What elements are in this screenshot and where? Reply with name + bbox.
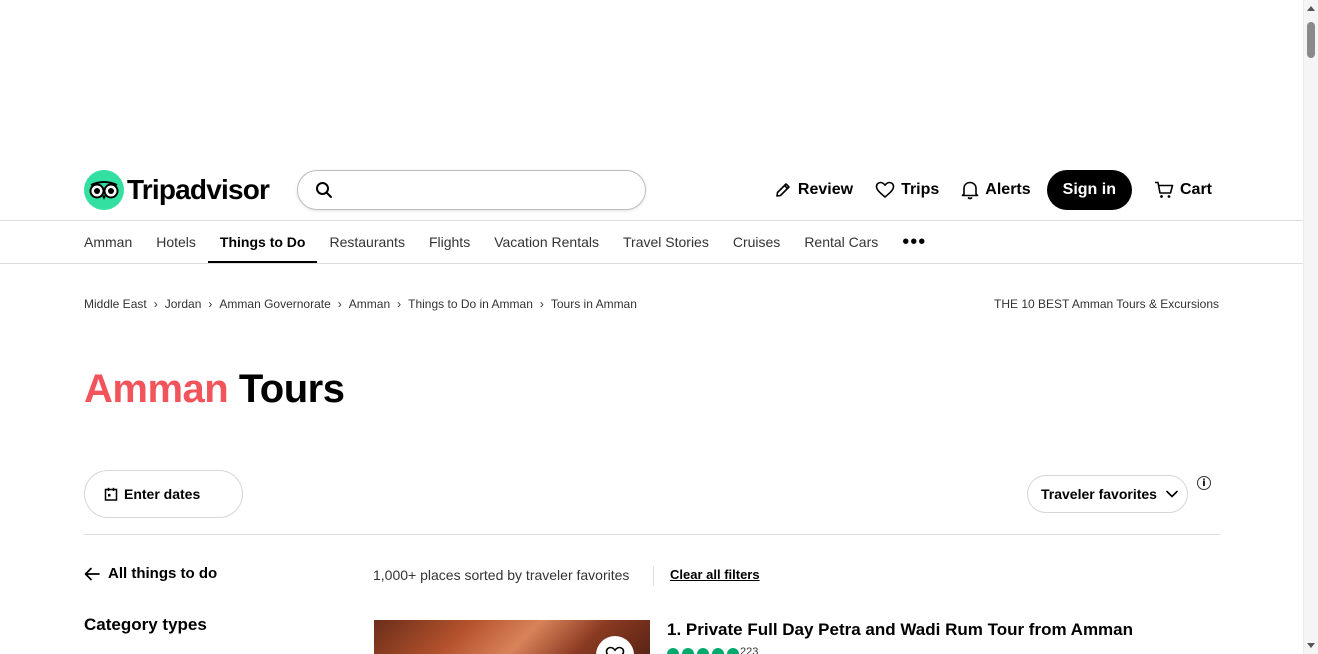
cart-icon (1154, 181, 1174, 198)
enter-dates-label: Enter dates (124, 486, 201, 502)
search-input[interactable] (343, 181, 645, 199)
alerts-label: Alerts (985, 181, 1031, 198)
search-bar[interactable] (297, 170, 646, 210)
breadcrumb-item[interactable]: Jordan (165, 297, 202, 311)
alerts-button[interactable]: Alerts (961, 180, 1031, 200)
nav-item-rental-cars[interactable]: Rental Cars (792, 221, 890, 263)
breadcrumb-separator: › (153, 297, 158, 311)
page-title: Amman Tours (84, 367, 345, 412)
cart-label: Cart (1179, 181, 1212, 198)
nav-item-amman[interactable]: Amman (84, 221, 144, 263)
page-title-accent: Amman (84, 367, 229, 411)
pencil-icon (776, 183, 790, 197)
sort-dropdown[interactable]: Traveler favorites (1027, 475, 1188, 513)
heart-icon (605, 646, 625, 654)
trips-button[interactable]: Trips (875, 181, 939, 199)
meta-separator (653, 566, 654, 586)
trips-label: Trips (901, 181, 940, 198)
nav-item-vacation-rentals[interactable]: Vacation Rentals (482, 221, 611, 263)
review-button[interactable]: Review (774, 181, 853, 199)
rating-bubbles (667, 648, 739, 654)
more-menu-icon[interactable]: ••• (890, 221, 938, 263)
rating-bubble (667, 648, 679, 654)
review-count[interactable]: 223 (740, 646, 758, 654)
results-count: 1,000+ places sorted by traveler favorit… (373, 567, 630, 583)
category-types-heading: Category types (84, 615, 207, 634)
heart-icon (875, 181, 895, 198)
signin-button[interactable]: Sign in (1046, 170, 1132, 210)
cart-button[interactable]: Cart (1154, 181, 1212, 199)
search-icon (316, 182, 332, 198)
page-subtitle: THE 10 BEST Amman Tours & Excursions (994, 297, 1219, 311)
calendar-icon (104, 487, 118, 501)
site-header: Tripadvisor Review Trips Alerts Sign in … (0, 168, 1303, 220)
owl-eyes-icon (84, 170, 124, 210)
breadcrumb-item-current: Tours in Amman (550, 297, 637, 311)
sort-label: Traveler favorites (1041, 486, 1157, 502)
save-to-trip-button[interactable] (596, 636, 634, 654)
breadcrumb-item[interactable]: Amman Governorate (219, 297, 330, 311)
breadcrumb: Middle East › Jordan › Amman Governorate… (84, 297, 637, 311)
listing-title[interactable]: 1. Private Full Day Petra and Wadi Rum T… (667, 620, 1133, 640)
scroll-down-arrow-icon[interactable] (1307, 643, 1315, 648)
tripadvisor-logo[interactable]: Tripadvisor (84, 170, 270, 210)
clear-filters-link[interactable]: Clear all filters (670, 567, 760, 582)
arrow-left-icon (84, 567, 100, 580)
nav-item-flights[interactable]: Flights (417, 221, 482, 263)
breadcrumb-separator: › (208, 297, 213, 311)
page-scrollbar[interactable] (1303, 0, 1318, 654)
rating-bubble (712, 648, 724, 654)
nav-item-cruises[interactable]: Cruises (721, 221, 792, 263)
chevron-down-icon (1166, 490, 1178, 498)
all-things-to-do-link[interactable]: All things to do (84, 565, 217, 582)
breadcrumb-item[interactable]: Things to Do in Amman (408, 297, 533, 311)
review-label: Review (797, 181, 854, 198)
page-title-rest: Tours (238, 367, 345, 411)
breadcrumb-separator: › (337, 297, 342, 311)
nav-item-hotels[interactable]: Hotels (144, 221, 208, 263)
info-icon[interactable]: i (1197, 476, 1211, 490)
page: Tripadvisor Review Trips Alerts Sign in … (0, 0, 1303, 654)
breadcrumb-separator: › (397, 297, 402, 311)
logo-text: Tripadvisor (127, 174, 270, 205)
enter-dates-button[interactable]: Enter dates (84, 470, 243, 518)
breadcrumb-separator: › (539, 297, 544, 311)
nav-divider (0, 263, 1303, 264)
breadcrumb-item[interactable]: Amman (349, 297, 390, 311)
scrollbar-thumb[interactable] (1307, 22, 1315, 58)
category-nav: Amman Hotels Things to Do Restaurants Fl… (84, 221, 938, 263)
breadcrumb-item[interactable]: Middle East (84, 297, 147, 311)
filters-divider (84, 534, 1220, 535)
scroll-up-arrow-icon[interactable] (1307, 6, 1315, 11)
header-actions: Review Trips Alerts Sign in Cart (752, 170, 1212, 210)
nav-item-travel-stories[interactable]: Travel Stories (611, 221, 721, 263)
all-things-to-do-label: All things to do (108, 565, 218, 582)
rating-bubble (682, 648, 694, 654)
rating-bubble (697, 648, 709, 654)
bell-icon (961, 181, 979, 200)
rating-bubble (727, 648, 739, 654)
nav-item-restaurants[interactable]: Restaurants (317, 221, 416, 263)
nav-item-things-to-do[interactable]: Things to Do (207, 221, 318, 263)
listing-image[interactable] (374, 620, 650, 654)
